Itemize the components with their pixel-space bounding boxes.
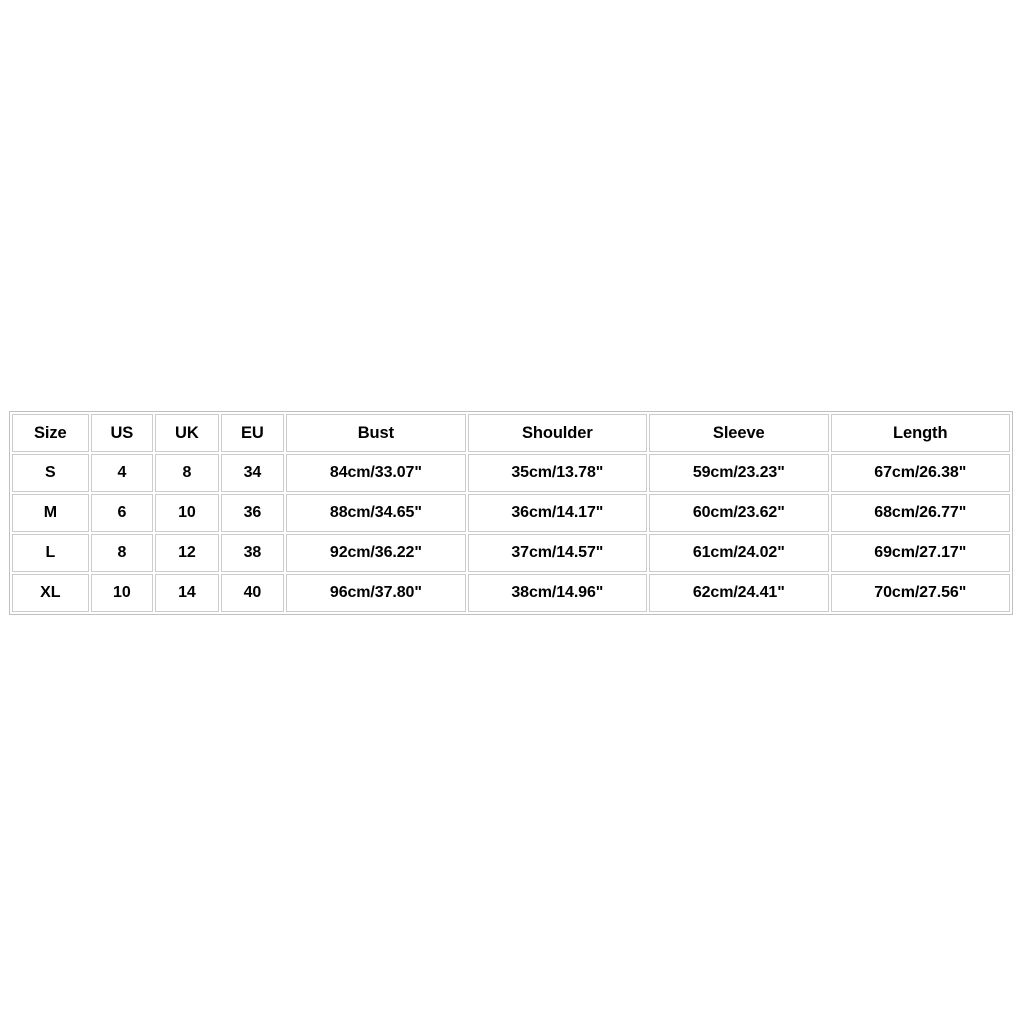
- cell-us: 6: [90, 494, 154, 532]
- cell-us: 10: [90, 574, 154, 612]
- table-row: XL 10 14 40 96cm/37.80" 38cm/14.96" 62cm…: [12, 574, 1010, 612]
- cell-shoulder: 35cm/13.78": [467, 454, 648, 492]
- cell-shoulder: 36cm/14.17": [467, 494, 648, 532]
- cell-bust: 88cm/34.65": [286, 494, 466, 532]
- cell-uk: 8: [155, 454, 219, 492]
- cell-size: M: [12, 494, 89, 532]
- page-canvas: Size US UK EU Bust Shoulder Sleeve Lengt…: [0, 0, 1024, 1024]
- cell-eu: 40: [220, 574, 285, 612]
- cell-size: L: [12, 534, 89, 572]
- cell-eu: 38: [220, 534, 285, 572]
- cell-length: 68cm/26.77": [830, 494, 1010, 532]
- cell-length: 70cm/27.56": [830, 574, 1010, 612]
- size-chart-container: Size US UK EU Bust Shoulder Sleeve Lengt…: [9, 411, 1013, 615]
- cell-us: 8: [90, 534, 154, 572]
- cell-bust: 84cm/33.07": [286, 454, 466, 492]
- cell-sleeve: 61cm/24.02": [649, 534, 829, 572]
- column-header-uk: UK: [155, 414, 219, 452]
- table-row: M 6 10 36 88cm/34.65" 36cm/14.17" 60cm/2…: [12, 494, 1010, 532]
- cell-eu: 36: [220, 494, 285, 532]
- cell-uk: 10: [155, 494, 219, 532]
- column-header-size: Size: [12, 414, 89, 452]
- column-header-sleeve: Sleeve: [649, 414, 829, 452]
- cell-shoulder: 37cm/14.57": [467, 534, 648, 572]
- table-row: L 8 12 38 92cm/36.22" 37cm/14.57" 61cm/2…: [12, 534, 1010, 572]
- cell-shoulder: 38cm/14.96": [467, 574, 648, 612]
- cell-uk: 14: [155, 574, 219, 612]
- cell-sleeve: 59cm/23.23": [649, 454, 829, 492]
- cell-bust: 92cm/36.22": [286, 534, 466, 572]
- cell-us: 4: [90, 454, 154, 492]
- cell-size: XL: [12, 574, 89, 612]
- size-chart-table: Size US UK EU Bust Shoulder Sleeve Lengt…: [9, 411, 1013, 615]
- table-header-row: Size US UK EU Bust Shoulder Sleeve Lengt…: [12, 414, 1010, 452]
- column-header-eu: EU: [220, 414, 285, 452]
- column-header-bust: Bust: [286, 414, 466, 452]
- column-header-shoulder: Shoulder: [467, 414, 648, 452]
- cell-length: 67cm/26.38": [830, 454, 1010, 492]
- cell-uk: 12: [155, 534, 219, 572]
- cell-size: S: [12, 454, 89, 492]
- table-row: S 4 8 34 84cm/33.07" 35cm/13.78" 59cm/23…: [12, 454, 1010, 492]
- cell-eu: 34: [220, 454, 285, 492]
- column-header-us: US: [90, 414, 154, 452]
- cell-bust: 96cm/37.80": [286, 574, 466, 612]
- cell-sleeve: 62cm/24.41": [649, 574, 829, 612]
- cell-length: 69cm/27.17": [830, 534, 1010, 572]
- column-header-length: Length: [830, 414, 1010, 452]
- cell-sleeve: 60cm/23.62": [649, 494, 829, 532]
